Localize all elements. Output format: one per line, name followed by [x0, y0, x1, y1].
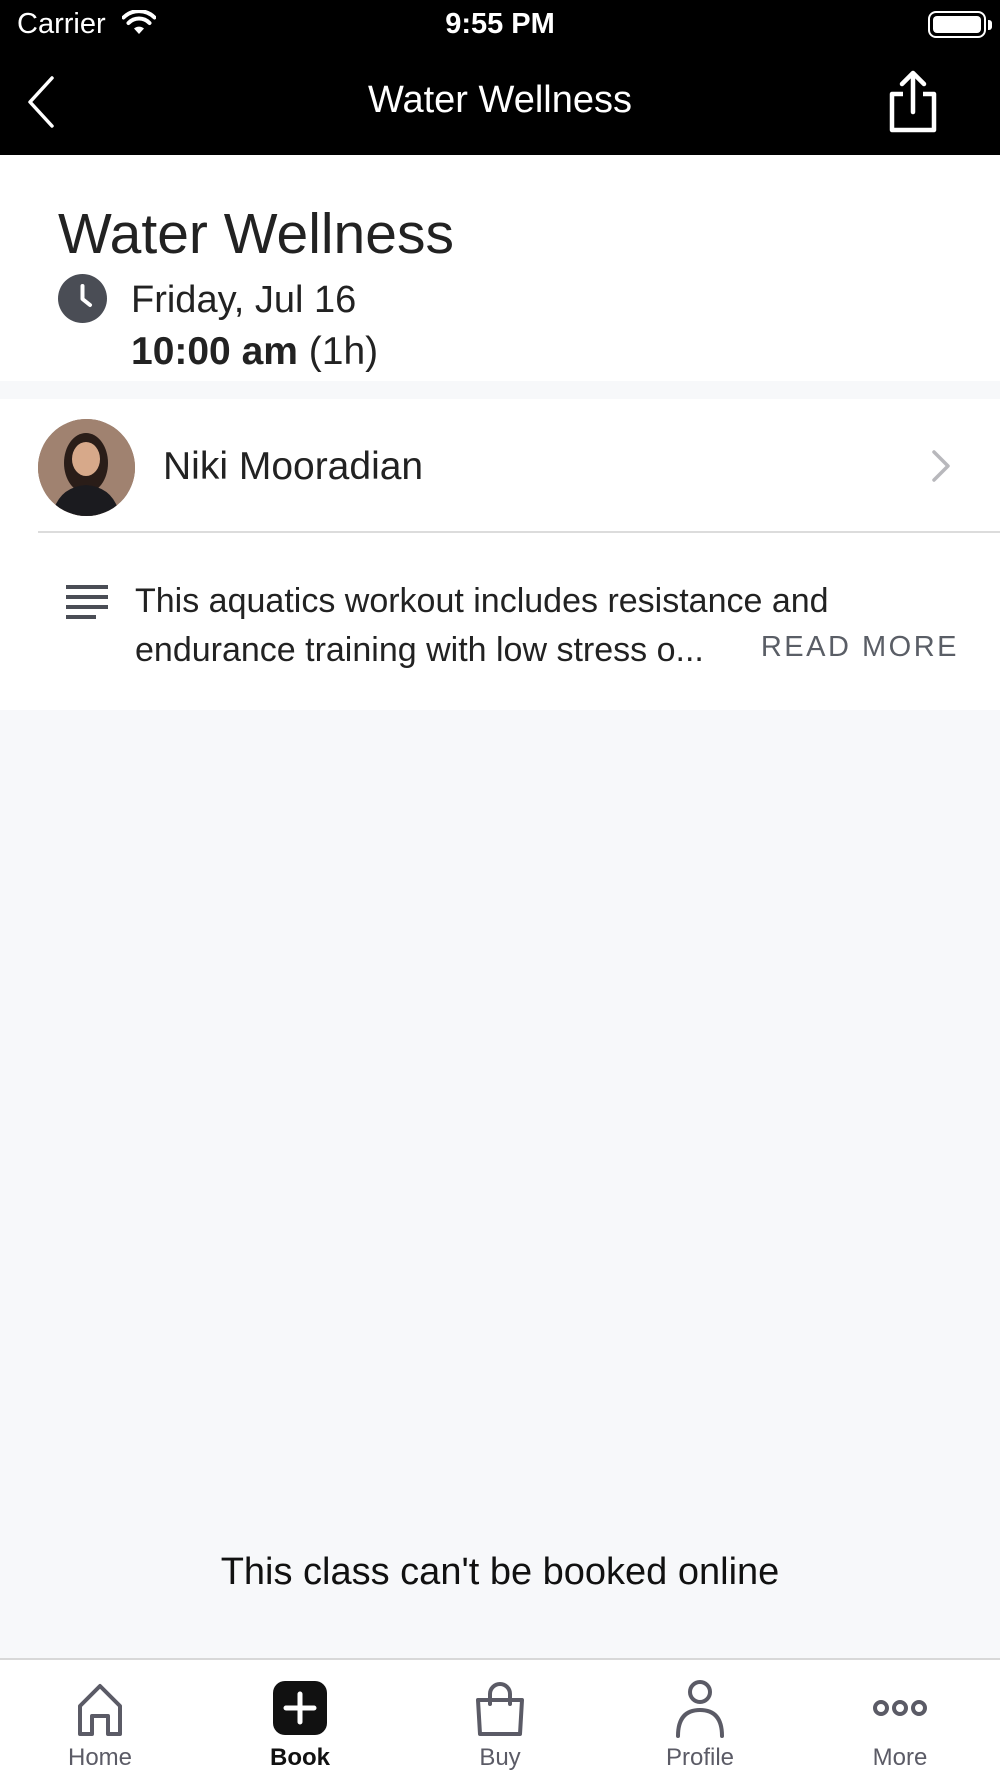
tab-more[interactable]: More: [800, 1660, 1000, 1778]
instructor-avatar: [38, 419, 135, 516]
booking-status-message: This class can't be booked online: [220, 1551, 780, 1593]
tab-book-label: Book: [270, 1744, 330, 1771]
tab-home-label: Home: [67, 1744, 133, 1771]
battery-tip: [988, 20, 992, 30]
chevron-right-icon: [932, 450, 950, 482]
tab-more-label: More: [872, 1744, 928, 1771]
class-start-time: 10:00 am: [131, 330, 298, 373]
class-time-row: 10:00 am (1h): [131, 330, 378, 374]
instructor-row[interactable]: Niki Mooradian: [0, 399, 1000, 533]
shopping-bag-icon: [476, 1682, 524, 1736]
battery-icon: [928, 11, 986, 38]
description-text: This aquatics workout includes resistanc…: [135, 582, 829, 669]
read-more-link[interactable]: READ MORE: [761, 631, 959, 664]
class-date: Friday, Jul 16: [131, 279, 357, 321]
tab-profile[interactable]: Profile: [600, 1660, 800, 1778]
navigation-bar: Water Wellness: [0, 50, 1000, 155]
home-icon: [78, 1684, 122, 1736]
status-bar: Carrier 9:55 PM: [0, 0, 1000, 50]
share-icon[interactable]: [886, 70, 940, 134]
clock-icon: [58, 274, 107, 323]
tab-book[interactable]: Book: [200, 1660, 400, 1778]
tab-buy[interactable]: Buy: [400, 1660, 600, 1778]
description-lines-icon: [66, 585, 108, 619]
clock-time: 9:55 PM: [445, 8, 555, 40]
tab-profile-label: Profile: [665, 1744, 735, 1771]
class-description: This aquatics workout includes resistanc…: [0, 533, 1000, 710]
class-duration: (1h): [308, 330, 379, 373]
tab-home[interactable]: Home: [0, 1660, 200, 1778]
nav-title: Water Wellness: [368, 79, 632, 121]
person-icon: [676, 1680, 724, 1738]
tab-buy-label: Buy: [479, 1744, 521, 1771]
class-title: Water Wellness: [58, 202, 454, 266]
more-dots-icon: [873, 1700, 927, 1716]
instructor-name: Niki Mooradian: [163, 445, 424, 488]
plus-square-icon: [273, 1681, 327, 1735]
class-header: Water Wellness Friday, Jul 16 10:00 am (…: [0, 155, 1000, 381]
tab-bar: Home Book Buy Profile More: [0, 1658, 1000, 1778]
